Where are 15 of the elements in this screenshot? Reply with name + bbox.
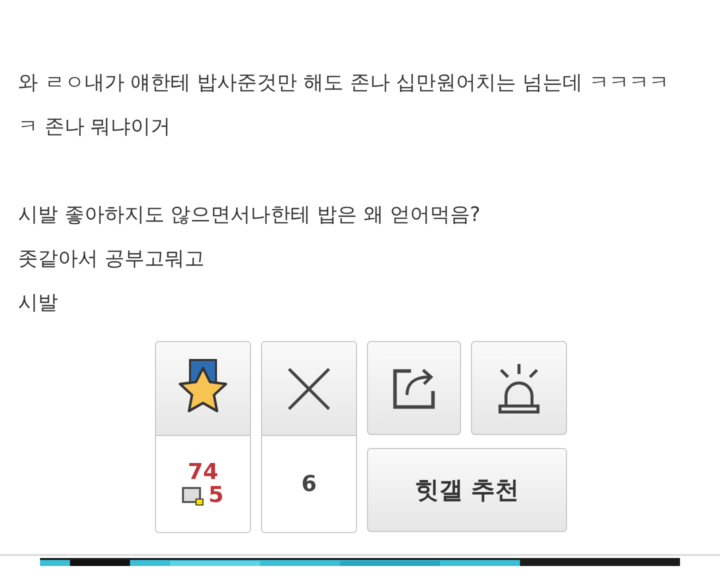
close-icon: [287, 366, 331, 410]
siren-icon: [496, 362, 542, 414]
post-text-line: 와 ㄹㅇ내가 얘한테 밥사준것만 해도 존나 십만원어치는 넘는데 ㅋㅋㅋㅋㅋ 존나 뭐냐이거: [18, 70, 669, 138]
post-text-line: 시발 좋아하지도 않으면서나한테 밥은 왜 얻어먹음?: [18, 202, 480, 226]
dislike-count: 6: [301, 470, 317, 498]
report-button[interactable]: [471, 341, 567, 435]
post-text-line: 좃같아서 공부고뭐고: [18, 246, 204, 270]
recommend-count: 74: [188, 461, 218, 485]
dislike-button[interactable]: [262, 342, 356, 436]
hit-gallery-recommend-button[interactable]: 힛갤 추천: [367, 448, 567, 532]
fixed-user-icon: [182, 486, 204, 506]
recommend-button[interactable]: [156, 342, 250, 436]
post-text-line: 시발: [18, 290, 58, 314]
share-button[interactable]: [367, 341, 461, 435]
fixed-recommend-count: 5: [208, 485, 224, 507]
